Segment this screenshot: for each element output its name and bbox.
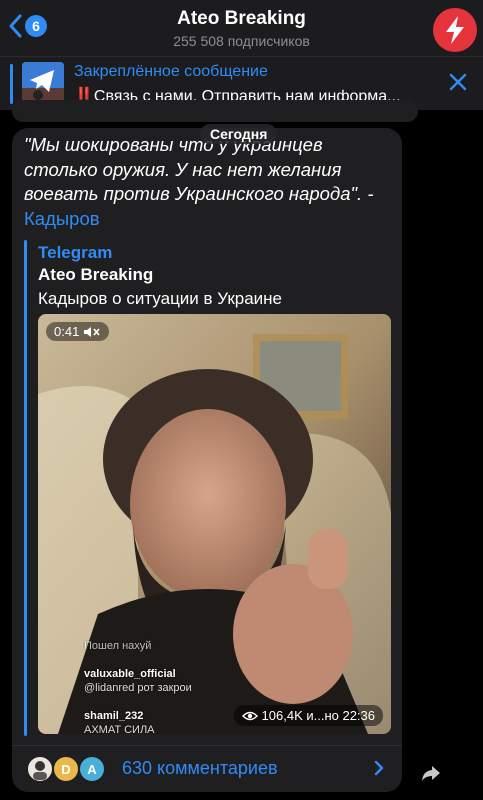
link-preview-title[interactable]: Ateo Breaking bbox=[38, 265, 153, 285]
lightning-icon bbox=[446, 16, 464, 44]
commenter-avatar bbox=[26, 755, 54, 783]
stream-comment: АХМАТ СИЛА bbox=[84, 724, 155, 734]
link-preview-description: Кадыров о ситуации в Украине bbox=[38, 289, 283, 308]
stream-comment: Пошел нахуй bbox=[84, 640, 152, 652]
date-separator: Сегодня bbox=[200, 124, 278, 144]
commenter-avatar: A bbox=[78, 755, 106, 783]
mute-icon bbox=[84, 326, 100, 337]
message-meta: 106,4K и...но 22:36 bbox=[233, 705, 383, 726]
channel-title[interactable]: Ateo Breaking bbox=[0, 8, 483, 30]
pinned-title: Закреплённое сообщение bbox=[74, 63, 268, 80]
video-duration: 0:41 bbox=[54, 324, 80, 339]
comments-count: 630 комментариев bbox=[122, 758, 278, 778]
share-icon[interactable] bbox=[418, 760, 444, 786]
pinned-indicator bbox=[10, 64, 13, 104]
comments-button[interactable]: D A 630 комментариев bbox=[12, 745, 402, 790]
eye-icon bbox=[241, 711, 258, 720]
video-preview[interactable]: 0:41 Пошел нахуй valuxable_official @lid… bbox=[38, 314, 391, 734]
stream-comment: @lidanred рот закрои bbox=[84, 682, 192, 694]
stream-comment: valuxable_official bbox=[84, 668, 176, 680]
stream-comment: shamil_232 bbox=[84, 710, 144, 722]
channel-avatar[interactable] bbox=[433, 8, 477, 52]
message-quote: "Мы шокированы что у украинцев столько о… bbox=[24, 134, 374, 204]
chat-header: 6 Ateo Breaking 255 508 подписчиков bbox=[0, 0, 483, 56]
close-icon[interactable] bbox=[449, 73, 467, 96]
subscriber-count: 255 508 подписчиков bbox=[173, 33, 310, 49]
forward-indicator bbox=[24, 240, 27, 736]
views-and-time: 106,4K и...но 22:36 bbox=[261, 708, 375, 723]
commenter-avatar: D bbox=[52, 755, 80, 783]
message-text: "Мы шокированы что у украинцев столько о… bbox=[24, 133, 394, 231]
video-duration-chip[interactable]: 0:41 bbox=[46, 322, 110, 341]
link-preview-site[interactable]: Telegram bbox=[38, 243, 112, 263]
pinned-thumbnail bbox=[22, 62, 64, 104]
author-link[interactable]: Кадыров bbox=[24, 208, 100, 229]
previous-message-bubble bbox=[12, 100, 418, 122]
chevron-right-icon bbox=[374, 760, 384, 781]
